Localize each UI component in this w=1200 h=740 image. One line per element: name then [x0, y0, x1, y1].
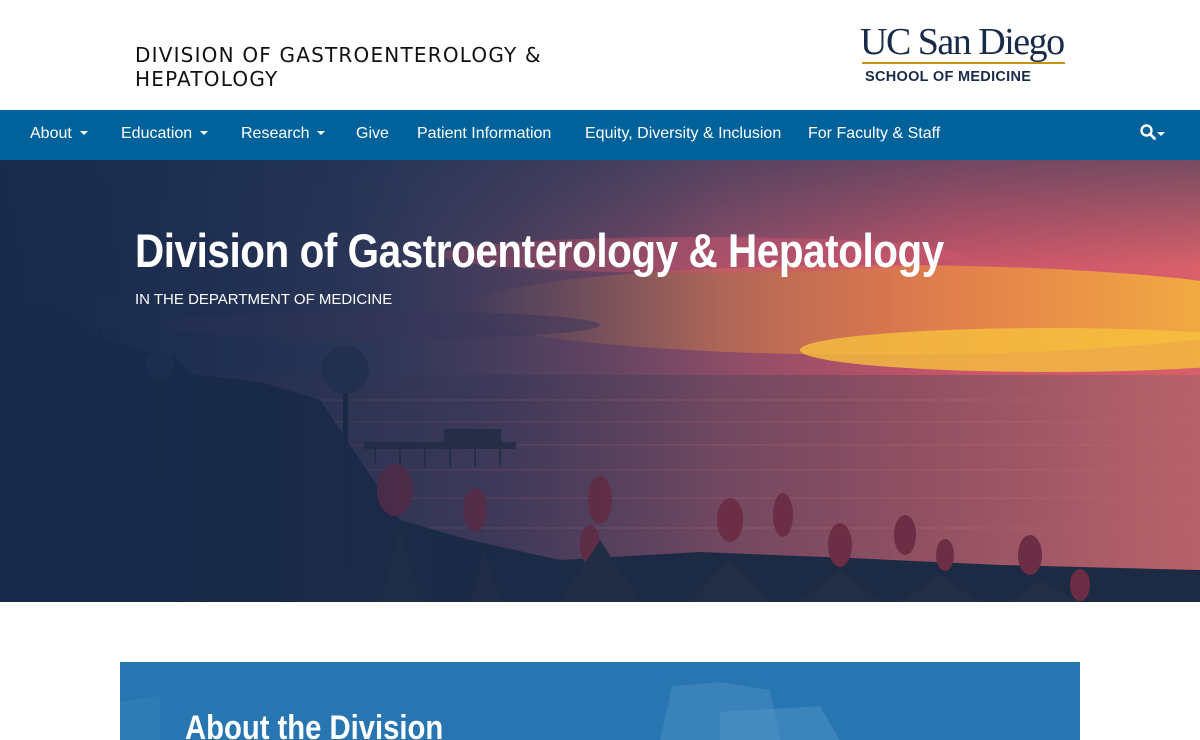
caret-down-icon — [317, 130, 326, 135]
nav-item-label: For Faculty & Staff — [808, 125, 941, 142]
caret-down-icon — [1157, 132, 1165, 136]
nav-item-label: Research — [241, 125, 310, 142]
search-toggle-button[interactable] — [1138, 110, 1178, 160]
main-nav: About Education Research Give Patient In… — [0, 110, 1200, 160]
nav-item-label: Patient Information — [417, 125, 552, 142]
logo-school-name: SCHOOL OF MEDICINE — [865, 69, 1032, 85]
nav-item-research[interactable]: Research — [241, 110, 326, 160]
nav-item-label: Equity, Diversity & Inclusion — [585, 125, 782, 142]
nav-item-education[interactable]: Education — [121, 110, 209, 160]
nav-item-equity-diversity-inclusion[interactable]: Equity, Diversity & Inclusion — [585, 110, 781, 160]
nav-item-faculty-staff[interactable]: For Faculty & Staff — [808, 110, 940, 160]
ucsd-logo[interactable]: UC San Diego SCHOOL OF MEDICINE — [860, 22, 1070, 88]
nav-item-patient-information[interactable]: Patient Information — [417, 110, 551, 160]
hero-subtitle: IN THE DEPARTMENT OF MEDICINE — [135, 291, 393, 308]
nav-item-about[interactable]: About — [30, 110, 88, 160]
search-icon — [1140, 124, 1156, 140]
logo-wordmark: UC San Diego — [860, 21, 1065, 63]
hero-title: Division of Gastroenterology & Hepatolog… — [135, 224, 944, 277]
logo-divider — [862, 62, 1065, 64]
about-section-title: About the Division — [185, 709, 444, 740]
nav-item-label: Education — [121, 125, 193, 142]
nav-item-give[interactable]: Give — [356, 110, 389, 160]
nav-item-label: Give — [356, 125, 389, 142]
hero-banner: Division of Gastroenterology & Hepatolog… — [0, 160, 1200, 602]
caret-down-icon — [79, 130, 88, 135]
division-title[interactable]: DIVISION OF GASTROENTEROLOGY & HEPATOLOG… — [135, 43, 555, 91]
site-header: DIVISION OF GASTROENTEROLOGY & HEPATOLOG… — [0, 0, 1200, 110]
caret-down-icon — [200, 130, 209, 135]
about-division-panel: About the Division — [120, 662, 1080, 740]
nav-item-label: About — [30, 125, 72, 142]
